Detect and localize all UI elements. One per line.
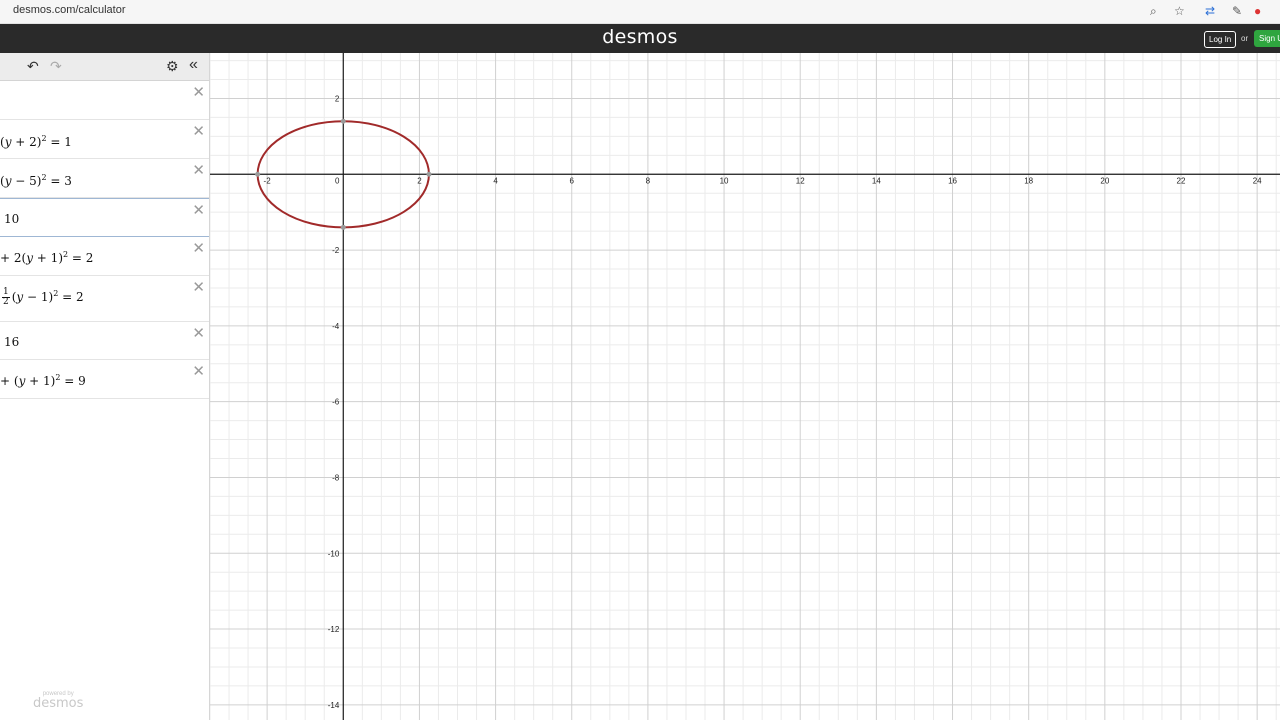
y-tick-label: -4 xyxy=(332,322,340,331)
redo-icon[interactable]: ↷ xyxy=(50,57,62,75)
browser-toolbar: desmos.com/calculator ⌕ ☆ ⇄ ✎ ● xyxy=(0,0,1280,24)
close-icon[interactable]: ✕ xyxy=(192,84,205,100)
intercept-point xyxy=(426,171,432,177)
close-icon[interactable]: ✕ xyxy=(192,123,205,139)
star-icon[interactable]: ☆ xyxy=(1174,3,1185,19)
x-tick-label: 16 xyxy=(948,176,957,185)
close-icon[interactable]: ✕ xyxy=(192,202,205,218)
x-tick-label: -2 xyxy=(264,176,272,185)
expression-latex[interactable]: (y − 5)2 = 3 xyxy=(0,173,72,188)
x-tick-label: 6 xyxy=(570,176,575,185)
x-tick-label: 18 xyxy=(1024,176,1033,185)
x-tick-label: 22 xyxy=(1177,176,1186,185)
intercept-point xyxy=(340,118,346,124)
y-tick-label: -10 xyxy=(328,549,340,558)
app-title: desmos xyxy=(602,26,678,48)
x-tick-label: 10 xyxy=(720,176,729,185)
expression-row-3[interactable]: (y − 5)2 = 3 ✕ xyxy=(0,159,209,198)
expression-latex[interactable]: (y + 2)2 = 1 xyxy=(0,134,72,149)
x-tick-label: 24 xyxy=(1253,176,1262,185)
powered-by-logo[interactable]: powered by desmos xyxy=(33,691,83,711)
collapse-double-chevron-icon[interactable]: « xyxy=(189,56,198,74)
graph-canvas[interactable]: -2 0 2 4 6 8 10 12 14 16 18 20 22 242-2-4-6-8-10-12-1… xyxy=(210,53,1280,720)
close-icon[interactable]: ✕ xyxy=(192,240,205,256)
expression-panel: ↶ ↷ ⚙ « ✕ (y + 2)2 = 1 ✕ (y − 5)2 = 3 ✕ … xyxy=(0,53,210,720)
close-icon[interactable]: ✕ xyxy=(192,162,205,178)
or-label: or xyxy=(1241,34,1249,43)
address-bar[interactable]: desmos.com/calculator xyxy=(13,4,126,16)
graph-paper[interactable]: -2 0 2 4 6 8 10 12 14 16 18 20 22 24 2 -2 -4 -6 -8 -10 -12 -1… xyxy=(210,53,1280,720)
x-tick-label: 2 xyxy=(417,176,422,185)
expression-row-2[interactable]: (y + 2)2 = 1 ✕ xyxy=(0,120,209,159)
y-tick-label: -8 xyxy=(332,473,340,482)
intercept-point xyxy=(255,171,261,177)
expression-toolbar: ↶ ↷ ⚙ « xyxy=(0,53,209,81)
eyedropper-icon[interactable]: ✎ xyxy=(1232,3,1242,19)
x-tick-label: 0 xyxy=(335,176,340,185)
expression-row-7[interactable]: 16 ✕ xyxy=(0,322,209,360)
y-tick-label: 2 xyxy=(335,94,340,103)
expression-latex[interactable]: 16 xyxy=(4,335,19,349)
app-header: desmos Log In or Sign Up xyxy=(0,24,1280,53)
x-tick-label: 14 xyxy=(872,176,881,185)
expression-row-6[interactable]: 1 2 (y − 1)2 = 2 ✕ xyxy=(0,276,209,322)
close-icon[interactable]: ✕ xyxy=(192,279,205,295)
expression-latex[interactable]: + (y + 1)2 = 9 xyxy=(0,373,86,388)
y-tick-label: -12 xyxy=(328,625,340,634)
expression-row-8[interactable]: + (y + 1)2 = 9 ✕ xyxy=(0,360,209,399)
y-tick-label: -2 xyxy=(332,246,340,255)
expression-row-5[interactable]: + 2(y + 1)2 = 2 ✕ xyxy=(0,237,209,276)
undo-icon[interactable]: ↶ xyxy=(27,57,39,75)
intercept-point xyxy=(340,224,346,230)
login-button[interactable]: Log In xyxy=(1204,31,1237,48)
fraction: 12 xyxy=(2,287,10,307)
x-tick-label: 4 xyxy=(493,176,498,185)
expression-row-1[interactable]: ✕ xyxy=(0,81,209,120)
close-icon[interactable]: ✕ xyxy=(192,363,205,379)
close-icon[interactable]: ✕ xyxy=(192,325,205,341)
x-tick-label: 20 xyxy=(1100,176,1109,185)
powered-by-brand: desmos xyxy=(33,696,84,711)
y-tick-label: -6 xyxy=(332,398,340,407)
x-tick-label: 12 xyxy=(796,176,805,185)
expression-latex[interactable]: 1 2 (y − 1)2 = 2 xyxy=(0,288,84,307)
y-tick-label: -14 xyxy=(328,701,340,710)
signup-button[interactable]: Sign Up xyxy=(1254,30,1280,47)
x-tick-label: 8 xyxy=(646,176,651,185)
expression-list: ✕ (y + 2)2 = 1 ✕ (y − 5)2 = 3 ✕ 10 ✕ + 2… xyxy=(0,81,209,399)
gear-icon[interactable]: ⚙ xyxy=(166,57,179,75)
extension-icon[interactable]: ⇄ xyxy=(1205,3,1215,19)
zoom-icon[interactable]: ⌕ xyxy=(1150,3,1157,19)
color-wheel-icon[interactable]: ● xyxy=(1254,3,1261,19)
expression-latex[interactable]: + 2(y + 1)2 = 2 xyxy=(0,250,93,265)
expression-row-4[interactable]: 10 ✕ xyxy=(0,198,209,237)
expression-latex[interactable]: 10 xyxy=(4,212,19,226)
